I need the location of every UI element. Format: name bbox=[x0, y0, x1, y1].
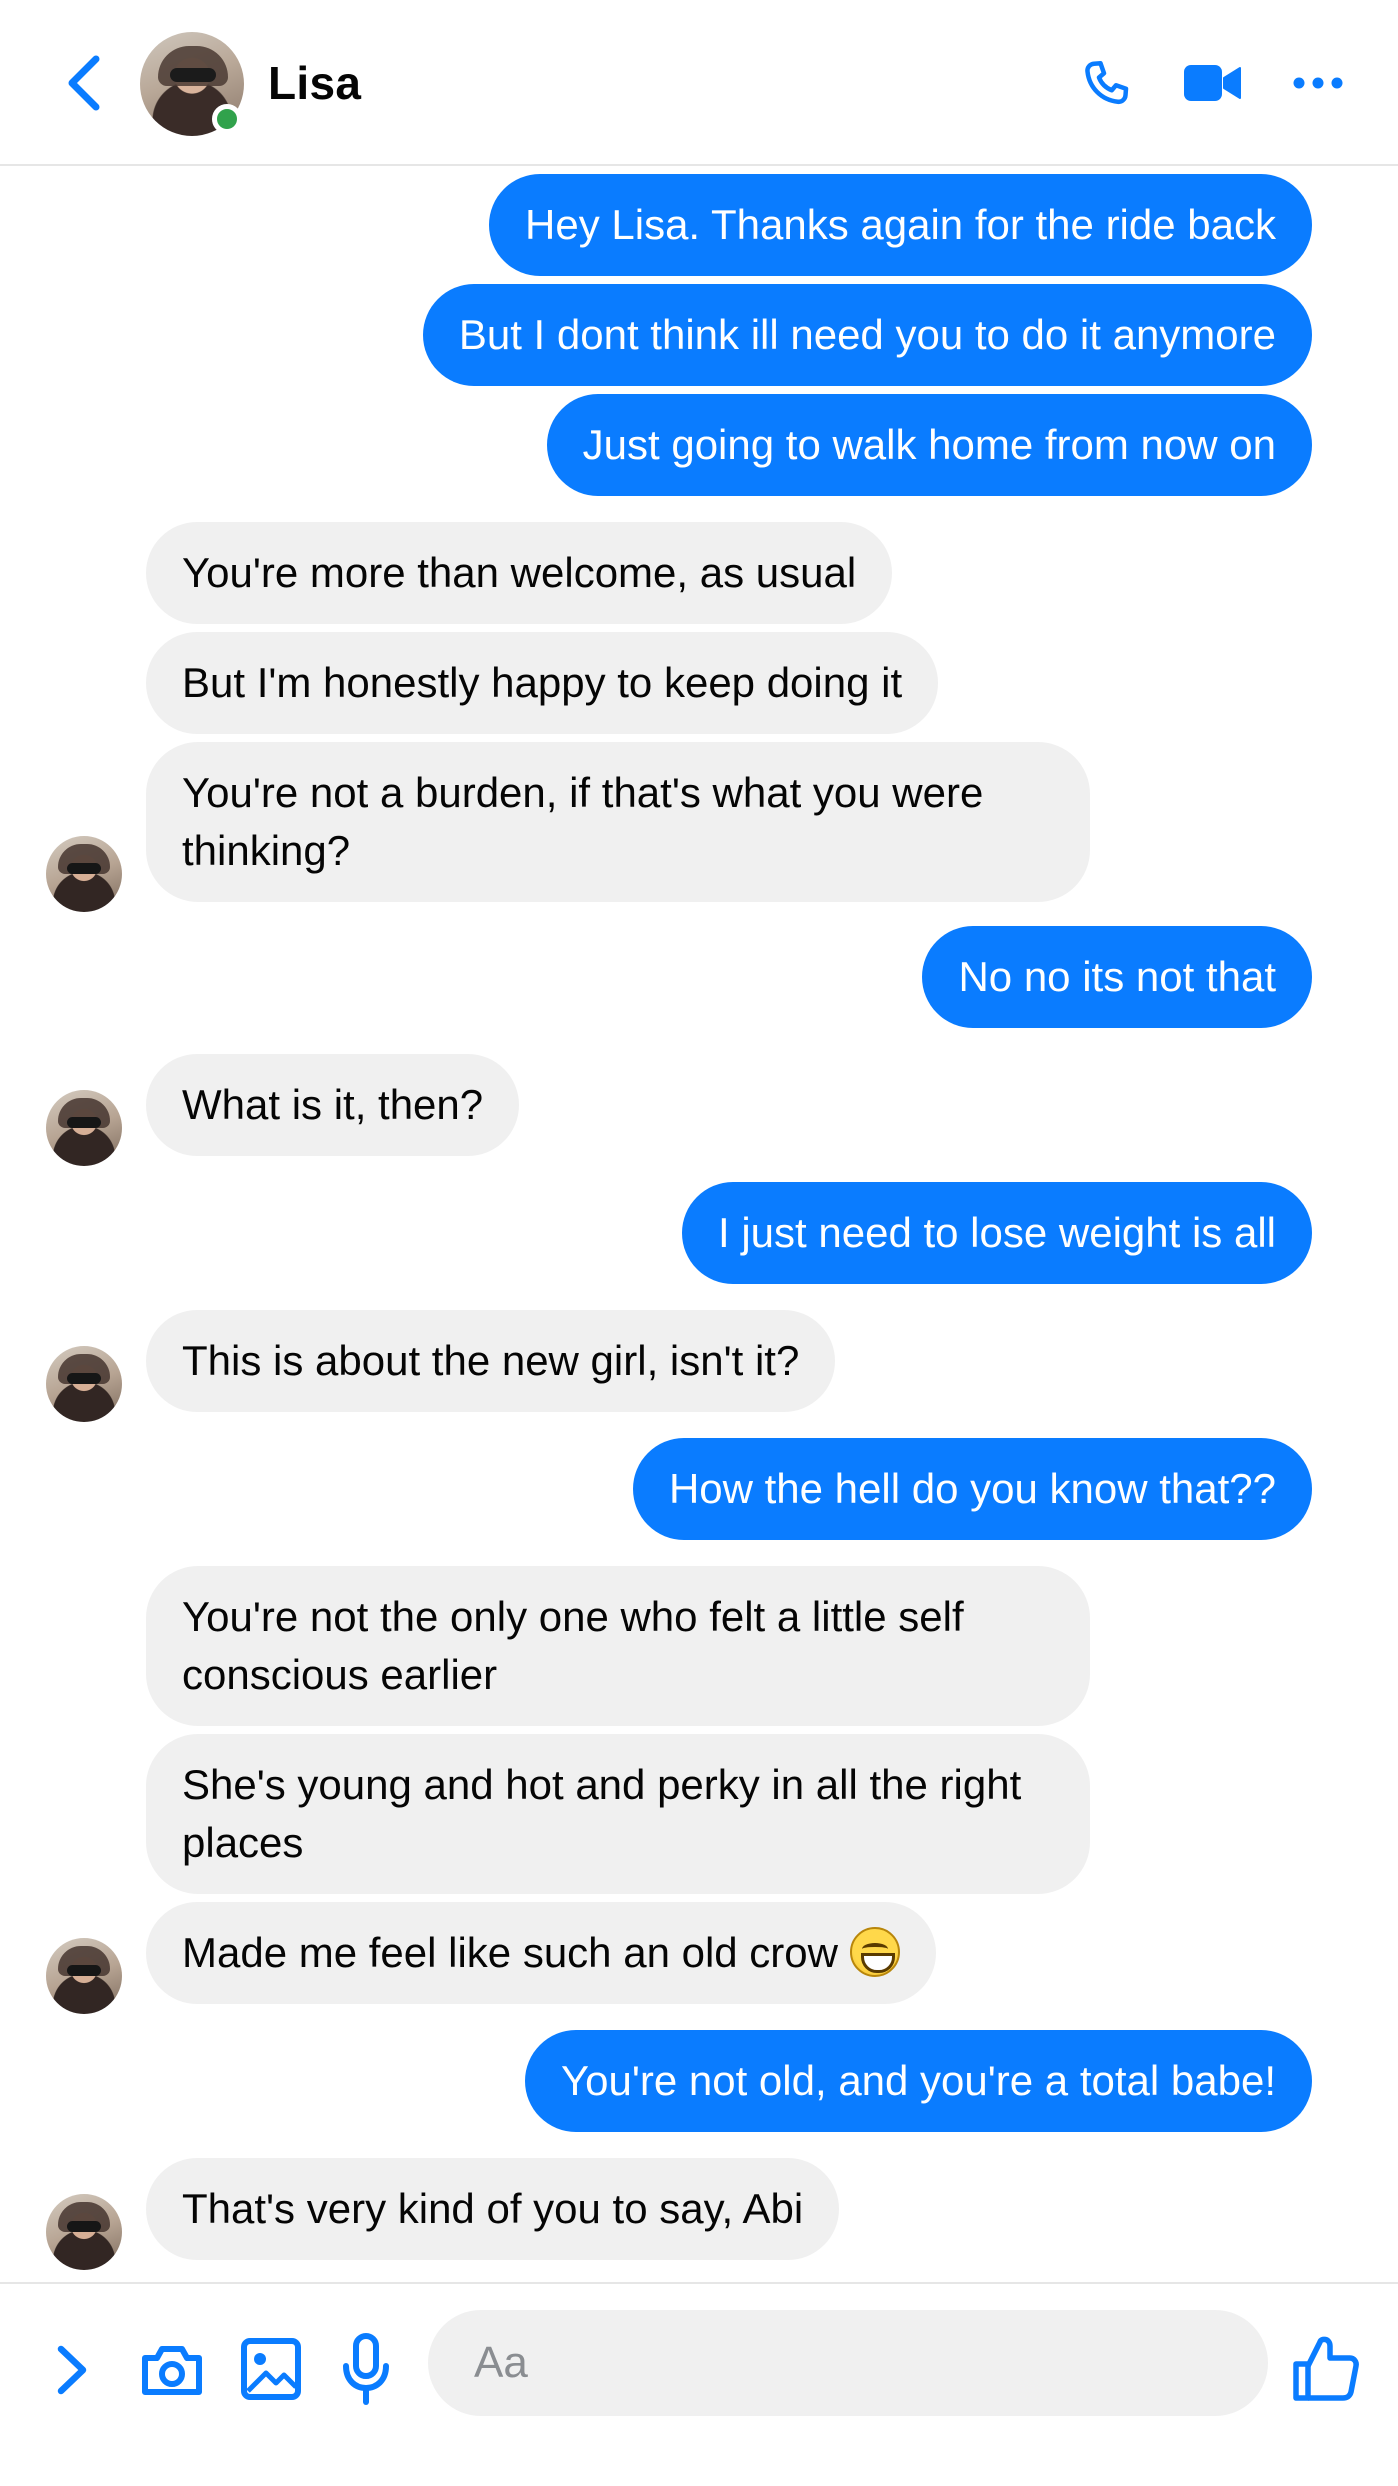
message-bubble-outgoing[interactable]: How the hell do you know that?? bbox=[632, 1438, 1312, 1540]
audio-call-button[interactable] bbox=[1070, 50, 1140, 116]
video-camera-icon bbox=[1184, 65, 1241, 101]
message-bubble-outgoing[interactable]: You're not old, and you're a total babe! bbox=[524, 2030, 1312, 2132]
online-status-dot bbox=[212, 104, 242, 134]
message-thread: Hey Lisa. Thanks again for the ride back… bbox=[0, 168, 1398, 2278]
message-bubble-incoming[interactable]: You're not a burden, if that's what you … bbox=[146, 742, 1090, 902]
contact-name[interactable]: Lisa bbox=[268, 56, 361, 110]
microphone-icon bbox=[343, 2333, 389, 2405]
message-bubble-incoming[interactable]: Made me feel like such an old crow bbox=[146, 1902, 936, 2004]
message-bubble-incoming[interactable]: What is it, then? bbox=[146, 1054, 520, 1156]
chevron-right-icon bbox=[57, 2345, 87, 2395]
message-input[interactable] bbox=[428, 2310, 1268, 2416]
message-bubble-outgoing[interactable]: Hey Lisa. Thanks again for the ride back bbox=[489, 174, 1312, 276]
message-text: Made me feel like such an old crow bbox=[182, 1929, 838, 1976]
message-bubble-incoming[interactable]: This is about the new girl, isn't it? bbox=[146, 1310, 836, 1412]
contact-avatar-small bbox=[46, 1938, 122, 2014]
message-bubble-outgoing[interactable]: But I dont think ill need you to do it a… bbox=[422, 284, 1312, 386]
message-bubble-incoming[interactable]: But I'm honestly happy to keep doing it bbox=[146, 632, 939, 734]
voice-record-button[interactable] bbox=[336, 2330, 396, 2410]
message-bubble-incoming[interactable]: She's young and hot and perky in all the… bbox=[146, 1734, 1090, 1894]
contact-avatar-small bbox=[46, 1346, 122, 1422]
message-bubble-incoming[interactable]: You're not the only one who felt a littl… bbox=[146, 1566, 1090, 1726]
video-call-button[interactable] bbox=[1176, 50, 1248, 116]
expand-actions-button[interactable] bbox=[44, 2338, 100, 2402]
message-bubble-incoming[interactable]: You're more than welcome, as usual bbox=[146, 522, 893, 624]
back-button[interactable] bbox=[56, 50, 112, 116]
contact-avatar-small bbox=[46, 1090, 122, 1166]
message-bubble-outgoing[interactable]: I just need to lose weight is all bbox=[682, 1182, 1312, 1284]
gallery-button[interactable] bbox=[236, 2332, 306, 2406]
message-bubble-incoming[interactable]: That's very kind of you to say, Abi bbox=[146, 2158, 840, 2260]
chat-header: Lisa bbox=[0, 0, 1398, 166]
back-icon bbox=[68, 55, 100, 111]
message-bubble-outgoing[interactable]: Just going to walk home from now on bbox=[546, 394, 1312, 496]
message-bubble-outgoing[interactable]: No no its not that bbox=[922, 926, 1312, 1028]
send-like-button[interactable] bbox=[1286, 2328, 1366, 2408]
camera-icon bbox=[142, 2346, 202, 2395]
more-options-button[interactable] bbox=[1286, 50, 1350, 116]
gallery-icon bbox=[241, 2338, 301, 2400]
camera-button[interactable] bbox=[136, 2336, 208, 2404]
phone-icon bbox=[1085, 61, 1129, 105]
contact-avatar-small bbox=[46, 836, 122, 912]
thumbs-up-icon bbox=[1293, 2336, 1359, 2401]
message-composer bbox=[0, 2282, 1398, 2486]
grinning-face-emoji bbox=[849, 1927, 900, 1977]
contact-avatar-small bbox=[46, 2194, 122, 2270]
more-icon bbox=[1293, 77, 1343, 89]
